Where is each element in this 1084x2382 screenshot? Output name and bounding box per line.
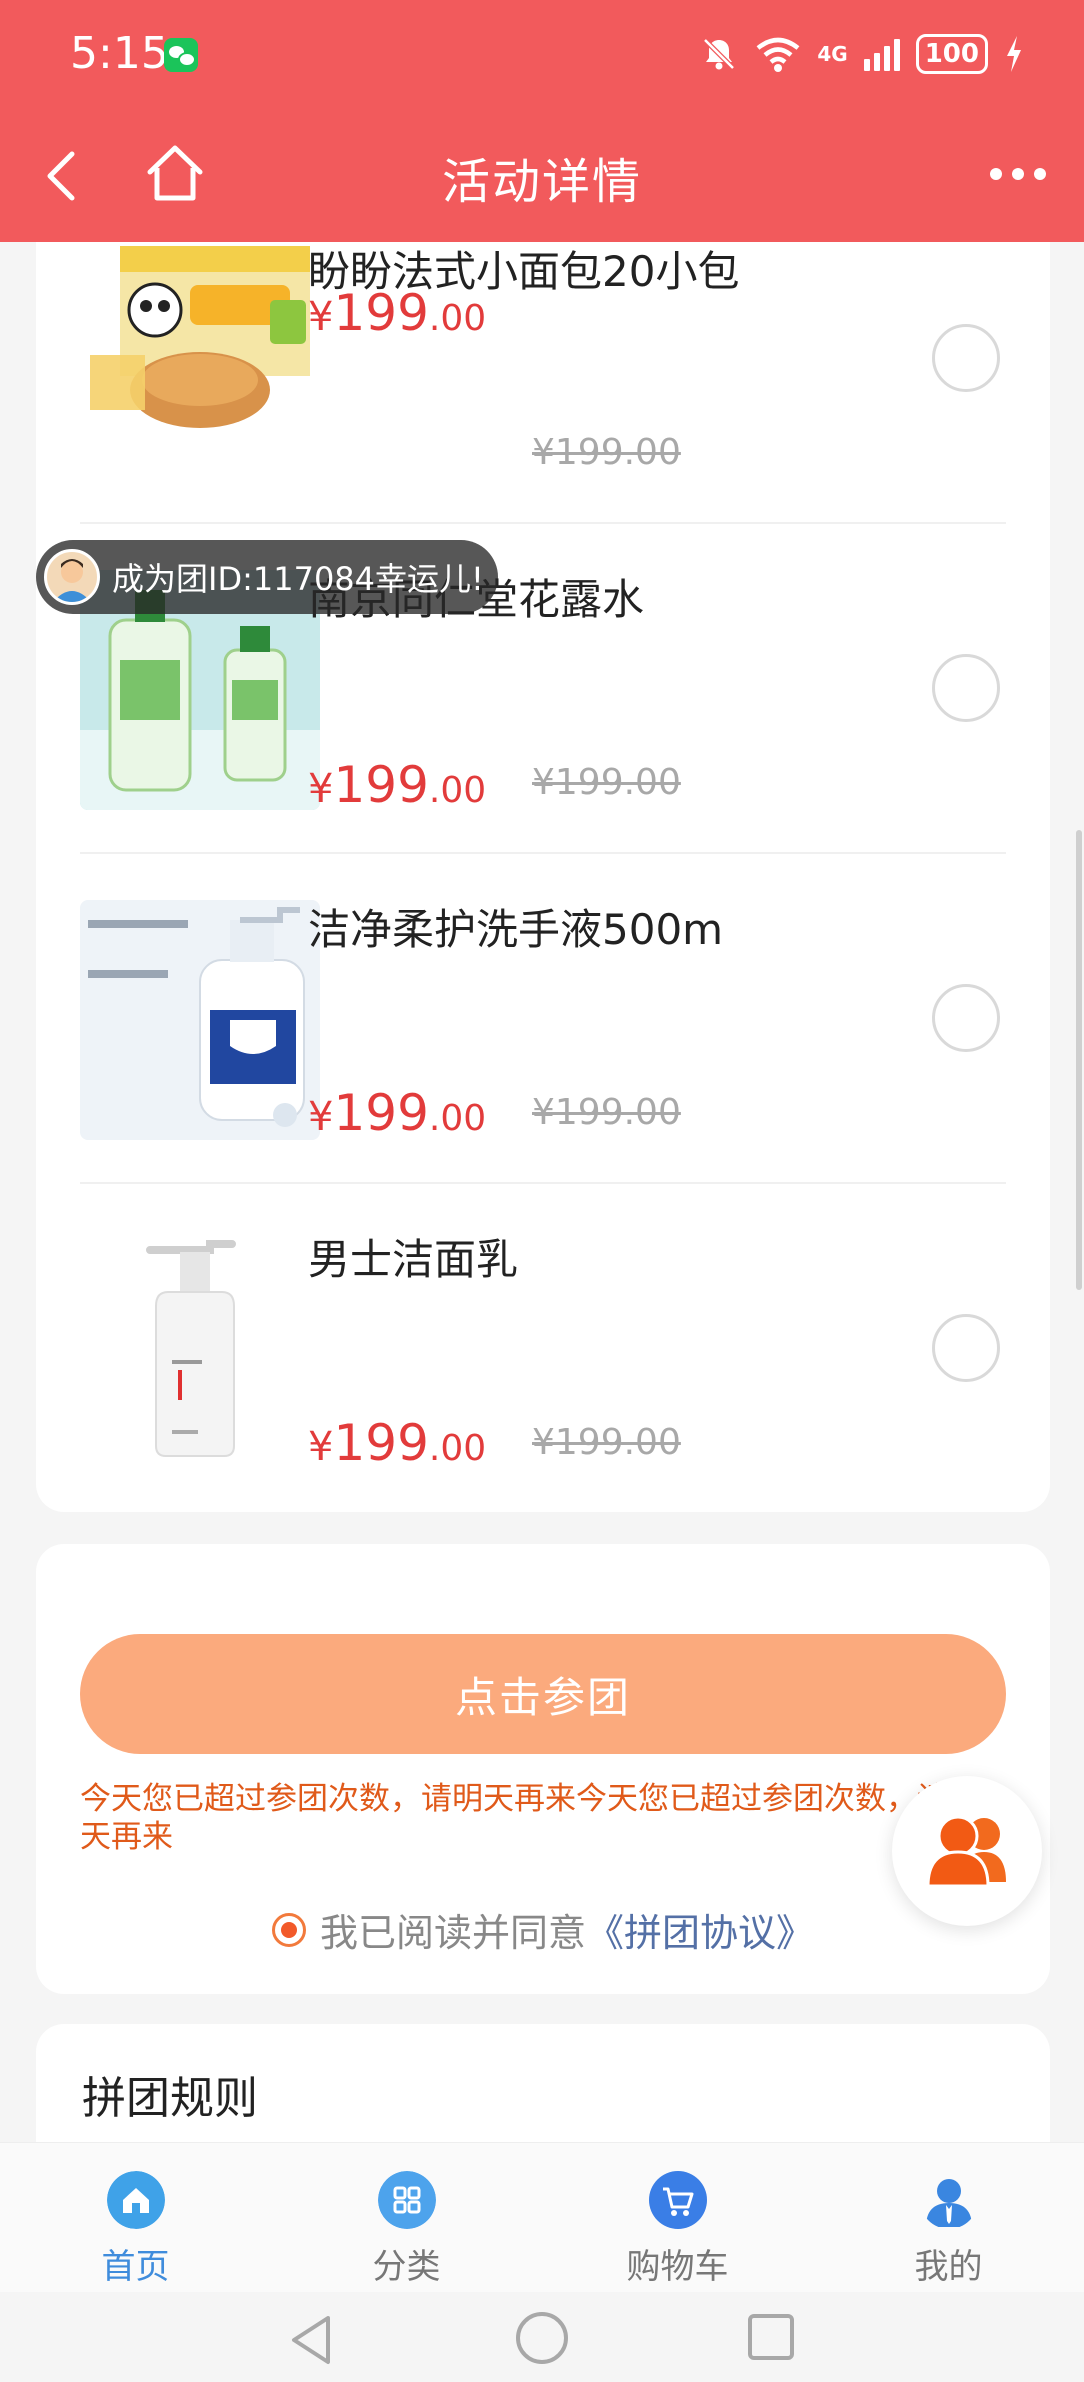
battery-level: 100 (924, 39, 979, 69)
tab-label: 我的 (914, 2247, 983, 2287)
floating-group-button[interactable] (892, 1776, 1042, 1926)
price-currency: ¥ (308, 294, 334, 340)
price-decimal: .00 (428, 770, 487, 811)
price-integer: 199 (333, 284, 429, 342)
scrollbar[interactable] (1076, 830, 1082, 1290)
group-rules-card: 拼团规则 (36, 2024, 1050, 2144)
product-select-radio[interactable] (932, 324, 1000, 392)
bread-box-image (80, 240, 320, 440)
network-label: 4G (817, 42, 848, 66)
profile-icon (925, 2179, 972, 2227)
wifi-icon (756, 37, 800, 72)
product-price: ¥199.00 (308, 756, 486, 814)
tab-profile[interactable]: 我的 (813, 2143, 1084, 2292)
system-navigation-bar (0, 2292, 1084, 2382)
price-decimal: .00 (428, 1428, 487, 1469)
price-currency: ¥ (308, 766, 334, 812)
system-home-icon[interactable] (516, 2312, 568, 2364)
tab-cart[interactable]: 购物车 (542, 2143, 813, 2292)
product-price: ¥199.00 (308, 1414, 486, 1472)
price-integer: 199 (333, 756, 429, 814)
original-price: ¥199.00 (532, 762, 681, 803)
join-limit-warning: 今天您已超过参团次数，请明天再来今天您已超过参团次数，请明天再来 (80, 1781, 979, 1855)
product-thumbnail-bread[interactable] (80, 240, 320, 480)
more-options-icon[interactable] (990, 168, 1046, 180)
product-thumbnail-face-cleanser[interactable] (80, 1230, 320, 1470)
join-group-card: 点击参团 今天您已超过参团次数，请明天再来今天您已超过参团次数，请明天再来 我已… (36, 1544, 1050, 1994)
avatar-icon (53, 559, 91, 602)
hand-wash-image (80, 900, 320, 1140)
bell-muted-icon (703, 38, 736, 70)
signal-icon (863, 37, 900, 71)
product-list-card: 盼盼法式小面包20小包 ¥199.00 ¥199.00 南京同仁堂花露水 ¥19… (36, 200, 1050, 1512)
category-icon (377, 2171, 436, 2229)
row-divider (80, 1182, 1006, 1184)
tab-label: 首页 (101, 2247, 170, 2287)
toast-message: 成为团ID:117084幸运儿! (112, 560, 484, 598)
system-back-icon[interactable] (286, 2312, 336, 2368)
tab-label: 购物车 (626, 2247, 729, 2287)
user-avatar (44, 549, 100, 605)
product-select-radio[interactable] (932, 654, 1000, 722)
group-users-icon (926, 1815, 1006, 1888)
home-icon (106, 2171, 165, 2229)
product-name[interactable]: 洁净柔护洗手液500m (308, 896, 723, 957)
price-decimal: .00 (428, 298, 487, 339)
rules-title: 拼团规则 (82, 2073, 258, 2124)
page-title: 活动详情 (441, 154, 642, 210)
charging-icon (1007, 36, 1021, 72)
original-price: ¥199.00 (532, 1422, 681, 1463)
price-currency: ¥ (308, 1094, 334, 1140)
status-icons: 4G 100 (699, 34, 1024, 74)
product-price: ¥199.00 (308, 284, 486, 342)
tab-home[interactable]: 首页 (0, 2143, 271, 2292)
product-thumbnail-hand-wash[interactable] (80, 900, 320, 1140)
price-integer: 199 (333, 1414, 429, 1472)
wechat-notification-icon (164, 38, 198, 72)
price-currency: ¥ (308, 1424, 334, 1470)
battery-indicator: 100 (915, 34, 988, 74)
status-time: 5:15 (70, 28, 169, 79)
product-select-radio[interactable] (932, 984, 1000, 1052)
tab-label: 分类 (372, 2247, 441, 2287)
original-price: ¥199.00 (532, 432, 681, 473)
agreement-radio[interactable] (271, 1912, 306, 1947)
system-recents-icon[interactable] (748, 2314, 794, 2360)
original-price: ¥199.00 (532, 1092, 681, 1133)
price-decimal: .00 (428, 1098, 487, 1139)
price-integer: 199 (333, 1084, 429, 1142)
join-group-button[interactable]: 点击参团 (80, 1634, 1006, 1754)
product-select-radio[interactable] (932, 1314, 1000, 1382)
face-cleanser-image (80, 1230, 320, 1470)
tab-category[interactable]: 分类 (271, 2143, 542, 2292)
agreement-text: 我已阅读并同意 (319, 1911, 586, 1955)
group-join-toast: 成为团ID:117084幸运儿! (36, 540, 498, 614)
cart-icon (648, 2171, 707, 2229)
product-price: ¥199.00 (308, 1084, 486, 1142)
product-name[interactable]: 男士洁面乳 (308, 1226, 518, 1287)
top-header: 5:15 4G 100 活动详情 (0, 0, 1084, 242)
agreement-link[interactable]: 《拼团协议》 (586, 1902, 814, 1957)
row-divider (80, 522, 1006, 524)
row-divider (80, 852, 1006, 854)
bottom-tab-bar: 首页 分类 购物车 我的 (0, 2142, 1084, 2292)
